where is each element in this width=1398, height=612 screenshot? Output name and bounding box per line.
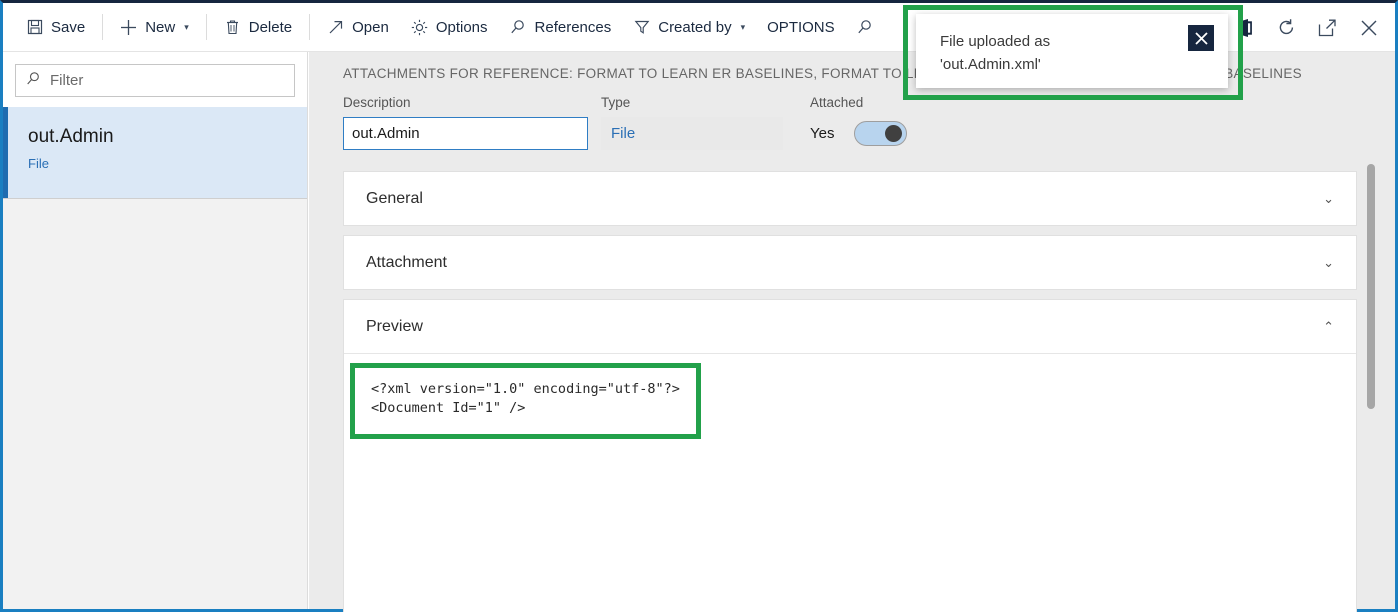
attached-value: Yes xyxy=(810,125,834,142)
attached-field: Attached Yes xyxy=(810,95,960,150)
notification-line-1: File uploaded as xyxy=(940,30,1210,53)
list-item-title: out.Admin xyxy=(28,125,291,149)
window-controls xyxy=(1225,3,1389,52)
plus-icon xyxy=(120,19,137,36)
chevron-down-icon[interactable]: ⌄ xyxy=(1323,191,1334,207)
references-label: References xyxy=(535,20,612,35)
scrollbar-thumb[interactable] xyxy=(1367,164,1375,409)
filter-funnel-icon xyxy=(633,19,650,36)
type-field: Type File xyxy=(601,95,796,150)
chevron-up-icon[interactable]: ⌃ xyxy=(1323,319,1334,335)
new-button[interactable]: New ▾ xyxy=(109,10,200,44)
search-icon xyxy=(857,19,874,36)
filter-container xyxy=(3,52,307,107)
office-app-icon-button[interactable] xyxy=(1225,7,1266,49)
panel-attachment: Attachment ⌄ xyxy=(343,235,1357,290)
toggle-knob xyxy=(885,125,902,142)
breadcrumb: ATTACHMENTS FOR REFERENCE: FORMAT TO LEA… xyxy=(309,52,1395,81)
references-button[interactable]: References xyxy=(499,10,623,44)
panel-general: General ⌄ xyxy=(343,171,1357,226)
description-label: Description xyxy=(343,95,588,110)
panel-general-header[interactable]: General ⌄ xyxy=(344,172,1356,225)
attached-row: Yes xyxy=(810,117,960,150)
panel-general-title: General xyxy=(366,190,423,208)
open-label: Open xyxy=(352,20,389,35)
popout-icon xyxy=(1318,19,1337,37)
toolbar-separator-3 xyxy=(309,14,310,40)
preview-code-line-2: <Document Id="1" /> xyxy=(371,399,680,418)
trash-icon xyxy=(224,19,241,36)
panel-preview-title: Preview xyxy=(366,318,423,336)
panel-attachment-title: Attachment xyxy=(366,254,447,272)
preview-code-line-1: <?xml version="1.0" encoding="utf-8"?> xyxy=(371,380,680,399)
description-field: Description xyxy=(343,95,588,150)
popout-button[interactable] xyxy=(1307,7,1348,49)
application-window: Save New ▾ xyxy=(0,0,1398,612)
office-door-icon xyxy=(1236,18,1255,38)
notification-line-2: 'out.Admin.xml' xyxy=(940,53,1210,76)
floppy-disk-icon xyxy=(26,19,43,36)
preview-code-block: <?xml version="1.0" encoding="utf-8"?> <… xyxy=(350,363,701,439)
attached-label: Attached xyxy=(810,95,960,110)
notification-close-button[interactable] xyxy=(1188,25,1214,51)
list-item[interactable]: out.Admin File xyxy=(3,107,307,199)
options-label: Options xyxy=(436,20,488,35)
options-menu-label: OPTIONS xyxy=(767,20,835,35)
toolbar-separator-2 xyxy=(206,14,207,40)
panel-preview-body: <?xml version="1.0" encoding="utf-8"?> <… xyxy=(344,353,1356,612)
chevron-down-icon: ▾ xyxy=(741,23,746,32)
chevron-down-icon: ▾ xyxy=(184,23,189,32)
toolbar-separator-1 xyxy=(102,14,103,40)
close-icon xyxy=(1360,19,1378,37)
refresh-button[interactable] xyxy=(1266,7,1307,49)
search-icon xyxy=(26,71,41,91)
toolbar-search-button[interactable] xyxy=(846,10,885,44)
created-by-button[interactable]: Created by ▾ xyxy=(622,10,756,44)
upload-notification: File uploaded as 'out.Admin.xml' xyxy=(916,14,1228,88)
open-arrow-icon xyxy=(327,19,344,36)
panel-preview-header[interactable]: Preview ⌃ xyxy=(344,300,1356,353)
form-row: Description Type File Attached Yes xyxy=(309,81,1395,150)
type-label: Type xyxy=(601,95,796,110)
description-input[interactable] xyxy=(343,117,588,150)
open-button[interactable]: Open xyxy=(316,10,400,44)
main-content: ATTACHMENTS FOR REFERENCE: FORMAT TO LEA… xyxy=(309,52,1395,609)
delete-button[interactable]: Delete xyxy=(213,10,303,44)
gear-icon xyxy=(411,19,428,36)
type-value: File xyxy=(601,117,783,150)
save-label: Save xyxy=(51,20,85,35)
options-menu-button[interactable]: OPTIONS xyxy=(756,10,846,44)
save-button[interactable]: Save xyxy=(15,10,96,44)
sidebar: out.Admin File xyxy=(3,52,308,609)
close-window-button[interactable] xyxy=(1348,7,1389,49)
delete-label: Delete xyxy=(249,20,292,35)
new-label: New xyxy=(145,20,175,35)
list-item-subtitle: File xyxy=(28,156,291,171)
search-icon xyxy=(510,19,527,36)
panel-preview: Preview ⌃ <?xml version="1.0" encoding="… xyxy=(343,299,1357,612)
chevron-down-icon[interactable]: ⌄ xyxy=(1323,255,1334,271)
options-button[interactable]: Options xyxy=(400,10,499,44)
filter-box[interactable] xyxy=(15,64,295,97)
created-by-label: Created by xyxy=(658,20,731,35)
refresh-icon xyxy=(1277,18,1296,37)
attached-toggle[interactable] xyxy=(854,121,907,146)
filter-input[interactable] xyxy=(50,72,284,89)
accordion-panels: General ⌄ Attachment ⌄ Preview ⌃ <?xml v… xyxy=(343,171,1357,594)
vertical-scrollbar[interactable] xyxy=(1361,157,1381,589)
close-icon xyxy=(1194,31,1209,46)
panel-attachment-header[interactable]: Attachment ⌄ xyxy=(344,236,1356,289)
